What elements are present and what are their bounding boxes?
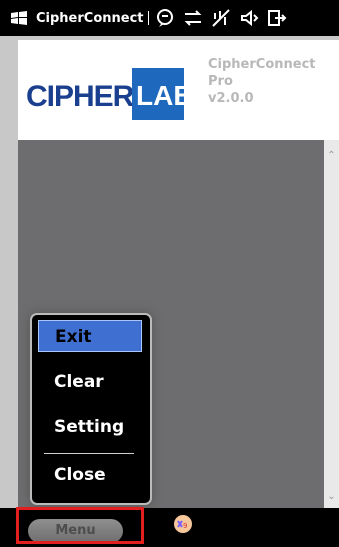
app-name-line1: CipherConnect <box>208 57 316 72</box>
sync-icon[interactable] <box>183 8 203 28</box>
menu-item-setting[interactable]: Setting <box>38 411 142 443</box>
device-screen: CipherConnect CIPHER LAB CipherConnect P… <box>0 0 339 547</box>
menu-item-exit[interactable]: Exit <box>38 320 142 352</box>
menu-divider <box>44 453 134 454</box>
message-icon[interactable] <box>155 8 175 28</box>
cipherlab-logo: CIPHER LAB <box>26 62 216 122</box>
svg-text:9: 9 <box>183 522 187 530</box>
scroll-up-icon[interactable]: ⌃ <box>326 150 337 161</box>
scroll-down-icon[interactable]: ⌄ <box>326 491 337 502</box>
logo-text-lab: LAB <box>136 80 194 111</box>
exit-icon[interactable] <box>267 8 287 28</box>
status-bar: CipherConnect <box>0 0 339 36</box>
popup-menu: Exit Clear Setting Close <box>30 313 152 505</box>
title-separator <box>147 11 149 25</box>
keyboard-input-icon[interactable]: 9 <box>174 515 192 533</box>
app-name-line2: Pro <box>208 74 233 89</box>
logo-text-cipher: CIPHER <box>26 80 134 113</box>
vertical-scrollbar[interactable]: ⌃ ⌄ <box>324 140 339 508</box>
app-header: CIPHER LAB CipherConnect Pro v2.0.0 <box>18 40 339 140</box>
app-info: CipherConnect Pro v2.0.0 <box>208 56 316 107</box>
app-version: v2.0.0 <box>208 91 254 106</box>
menu-highlight-box <box>16 507 144 544</box>
signal-icon[interactable] <box>211 8 231 28</box>
menu-item-close[interactable]: Close <box>38 459 142 491</box>
speaker-icon[interactable] <box>239 8 259 28</box>
windows-flag-icon[interactable] <box>8 8 30 28</box>
menu-item-clear[interactable]: Clear <box>38 366 142 398</box>
app-title: CipherConnect <box>36 10 144 26</box>
status-icons <box>155 8 287 28</box>
